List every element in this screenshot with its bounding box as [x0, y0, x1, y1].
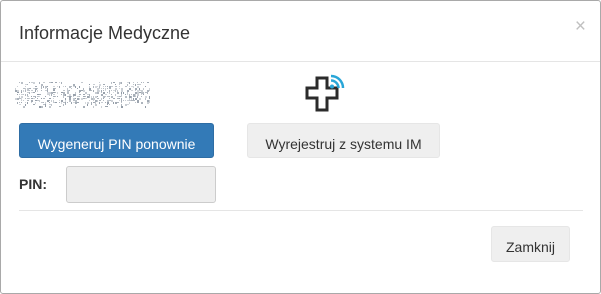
obfuscated-barcode — [15, 82, 150, 108]
close-button[interactable]: Zamknij — [491, 226, 570, 262]
unregister-im-button[interactable]: Wyrejestruj z systemu IM — [247, 123, 440, 158]
medical-cross-signal-icon — [305, 74, 345, 112]
modal-header: Informacje Medyczne × — [1, 1, 600, 62]
medical-info-modal: Informacje Medyczne × Wygeneruj PIN pono… — [0, 0, 601, 294]
close-icon[interactable]: × — [575, 17, 586, 37]
footer-divider — [19, 210, 583, 211]
pin-field[interactable] — [66, 166, 216, 203]
pin-label: PIN: — [19, 176, 47, 192]
regenerate-pin-button[interactable]: Wygeneruj PIN ponownie — [19, 123, 214, 158]
modal-title: Informacje Medyczne — [19, 23, 191, 43]
